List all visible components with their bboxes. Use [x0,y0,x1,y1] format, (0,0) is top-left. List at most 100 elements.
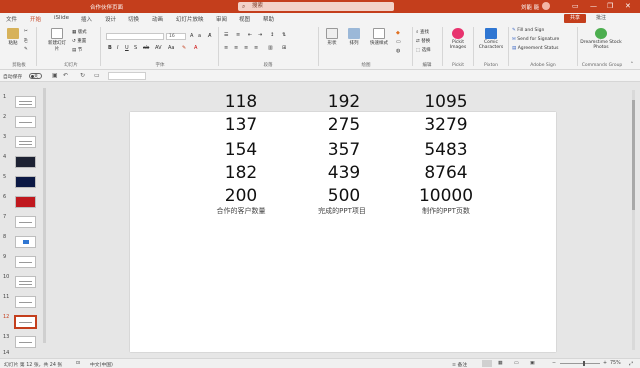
slide-thumbnail[interactable] [15,256,36,268]
font-color-icon[interactable]: A [194,45,197,51]
share-button[interactable]: 共享 [564,14,586,23]
slide-thumbnail[interactable] [15,276,36,288]
highlight-icon[interactable]: ✎ [182,45,186,51]
stat-value[interactable]: 137 [201,115,281,135]
tab-view[interactable]: 视图 [239,15,250,23]
paste-button[interactable]: 粘贴 [4,28,22,46]
char-spacing-icon[interactable]: AV [155,45,162,51]
arrange-button[interactable]: 排列 [344,28,364,46]
thumbnail-scrollbar[interactable] [43,88,46,343]
align-center-icon[interactable]: ≡ [234,45,238,51]
font-size-box[interactable]: 16 [166,33,186,40]
stat-value[interactable]: 118 [201,92,281,112]
slide-thumbnail[interactable] [15,176,36,188]
numbering-icon[interactable]: ≡ [236,32,240,38]
dreamstime-button[interactable]: Dreamstime Stock Photos [580,28,622,50]
maximize-button[interactable]: ❐ [607,2,613,10]
pickit-images-button[interactable]: Pickit Images [445,28,471,50]
replace-button[interactable]: ⇄ 替换 [416,38,430,44]
underline-icon[interactable]: U [125,45,129,51]
stat-caption[interactable]: 制作的PPT页数 [396,206,496,216]
language-status[interactable]: 中文(中国) [90,361,113,368]
shapes-button[interactable]: 形状 [322,28,342,46]
stat-value[interactable]: 500 [304,186,384,206]
stat-value[interactable]: 3279 [406,115,486,135]
italic-icon[interactable]: I [117,45,118,51]
slide-thumbnail[interactable] [15,216,36,228]
tab-help[interactable]: 帮助 [263,15,274,23]
comic-characters-button[interactable]: Comic Characters [476,28,506,50]
layout-button[interactable]: ▦ 版式 [72,29,87,35]
quick-styles-button[interactable]: 快速样式 [366,28,392,46]
accessibility-icon[interactable]: ⊡ [76,361,80,366]
stat-value[interactable]: 439 [304,163,384,183]
qat-input[interactable] [108,72,146,80]
slide-thumbnail[interactable] [15,296,36,308]
shape-fill-icon[interactable]: ◆ [396,30,400,36]
stat-value[interactable]: 182 [201,163,281,183]
slide-thumbnail[interactable] [15,196,36,208]
send-for-signature-button[interactable]: ✉ Send for Signature [512,37,559,42]
line-spacing-icon[interactable]: ↕ [270,32,274,38]
fill-and-sign-button[interactable]: ✎ Fill and Sign [512,28,544,33]
strikethrough-icon[interactable]: ab [143,45,149,51]
tab-animations[interactable]: 动画 [152,15,163,23]
shrink-font-icon[interactable]: a [198,33,201,39]
slide-sorter-icon[interactable]: ▦ [498,361,503,366]
shape-effects-icon[interactable]: ◍ [396,48,400,54]
tab-transitions[interactable]: 切换 [128,15,139,23]
columns-icon[interactable]: ▥ [268,45,273,51]
section-button[interactable]: ▤ 节 [72,47,82,53]
clear-format-icon[interactable]: A̸ [208,33,211,39]
select-button[interactable]: ⬚ 选择 [416,47,431,53]
stat-value[interactable]: 8764 [406,163,486,183]
align-right-icon[interactable]: ≡ [244,45,248,51]
user-name[interactable]: 刘能 能 [521,3,539,11]
tab-islide[interactable]: iSlide [54,15,69,21]
shadow-icon[interactable]: S [134,45,137,51]
stat-value[interactable]: 5483 [406,140,486,160]
bold-icon[interactable]: B [108,45,112,51]
close-button[interactable]: ✕ [625,2,631,10]
text-direction-icon[interactable]: ⇅ [282,32,286,38]
stat-value[interactable]: 357 [304,140,384,160]
zoom-slider-knob[interactable] [583,361,585,366]
change-case-icon[interactable]: Aa [168,45,174,51]
font-name-box[interactable] [106,33,164,40]
agreement-status-button[interactable]: ▤ Agreement Status [512,46,558,51]
decrease-indent-icon[interactable]: ⇤ [248,32,252,38]
comments-button[interactable]: 批注 [596,14,606,23]
tab-slideshow[interactable]: 幻灯片放映 [176,15,204,23]
bullets-icon[interactable]: ☰ [224,32,228,38]
undo-icon[interactable]: ↶ [63,72,68,79]
stat-caption[interactable]: 完成的PPT项目 [292,206,392,216]
save-icon[interactable]: ▣ [52,72,58,79]
stat-value[interactable]: 275 [304,115,384,135]
format-painter-icon[interactable]: ✎ [24,47,28,52]
editor-scrollbar[interactable] [631,90,636,350]
slide-thumbnail[interactable] [15,336,36,348]
notes-button[interactable]: ≡ 备注 [452,361,467,368]
justify-icon[interactable]: ≡ [254,45,258,51]
normal-view-icon[interactable] [482,360,492,367]
new-slide-button[interactable]: 新建幻灯片 [46,28,68,52]
tab-file[interactable]: 文件 [6,15,17,23]
reading-view-icon[interactable]: ▭ [514,361,519,366]
slide-thumbnail[interactable] [15,156,36,168]
stat-value[interactable]: 1095 [406,92,486,112]
scrollbar-thumb[interactable] [632,100,635,210]
slide-thumbnail[interactable] [15,96,36,108]
stat-value[interactable]: 154 [201,140,281,160]
avatar[interactable] [542,2,550,10]
zoom-level[interactable]: 75% [610,361,621,366]
cut-icon[interactable]: ✂ [24,29,28,34]
align-left-icon[interactable]: ≡ [224,45,228,51]
smartart-icon[interactable]: ⊞ [282,45,286,51]
copy-icon[interactable]: ⎘ [24,38,28,44]
slide-thumbnail-selected[interactable] [14,315,37,329]
stat-value[interactable]: 192 [304,92,384,112]
ribbon-display-icon[interactable]: ▭ [572,2,579,10]
zoom-in-icon[interactable]: + [603,361,607,366]
search-box[interactable]: ⌕ 搜索 [238,2,394,11]
tab-design[interactable]: 设计 [105,15,116,23]
